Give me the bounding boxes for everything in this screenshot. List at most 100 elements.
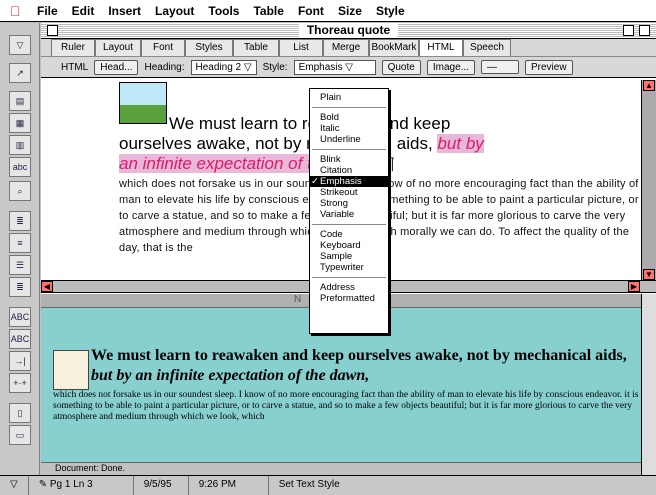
style-option[interactable]: Code xyxy=(310,229,388,240)
style-option[interactable]: Sample xyxy=(310,251,388,262)
date-text: 9/5/95 xyxy=(134,476,189,495)
title-bar[interactable]: Thoreau quote xyxy=(41,23,656,39)
head-button[interactable]: Head... xyxy=(94,59,139,75)
editor-emphasis-1: but by xyxy=(437,134,484,153)
close-box-icon[interactable] xyxy=(47,25,58,36)
align-center-icon[interactable]: ≡ xyxy=(9,233,31,253)
editor-vertical-scrollbar[interactable]: ▲ ▼ xyxy=(641,80,656,280)
scroll-left-icon[interactable]: ◀ xyxy=(41,281,53,292)
abc-underline-icon[interactable]: ABC xyxy=(9,329,31,349)
abc-icon[interactable]: ABC xyxy=(9,307,31,327)
heading-label: Heading: xyxy=(144,61,185,73)
tab-table[interactable]: Table xyxy=(233,39,279,56)
rule-button[interactable]: ― xyxy=(480,60,519,74)
preview-status-text: Document: Done. xyxy=(55,463,126,473)
style-option[interactable]: Plain xyxy=(310,92,388,103)
printer-alt-icon[interactable]: ▥ xyxy=(9,135,31,155)
preview-vertical-scrollbar[interactable] xyxy=(641,294,656,475)
print-icon[interactable]: ▤ xyxy=(9,91,31,111)
printer-icon[interactable]: ▦ xyxy=(9,113,31,133)
tab-layout[interactable]: Layout xyxy=(95,39,141,56)
page-line-indicator: ✎ Pg 1 Ln 3 xyxy=(29,476,134,495)
menu-insert[interactable]: Insert xyxy=(101,4,148,18)
menu-style[interactable]: Style xyxy=(369,4,412,18)
style-option[interactable]: Blink xyxy=(310,154,388,165)
apple-menu-icon[interactable]:  xyxy=(0,3,30,19)
tab-html[interactable]: HTML xyxy=(419,39,463,56)
style-option[interactable]: Typewriter xyxy=(310,262,388,273)
style-option[interactable]: Bold xyxy=(310,112,388,123)
editor-heading-line2: ourselves awake, not by mechanical aids,… xyxy=(119,134,484,154)
align-left-icon[interactable]: ≣ xyxy=(9,211,31,231)
style-dropdown-menu: Plain Bold Italic Underline Blink Citati… xyxy=(309,88,389,334)
style-option[interactable]: Strong xyxy=(310,198,388,209)
align-right-icon[interactable]: ≣ xyxy=(9,277,31,297)
window-title: Thoreau quote xyxy=(298,23,399,37)
collapse-icon[interactable]: ▽ xyxy=(9,35,31,55)
page-icon[interactable]: ▯ xyxy=(9,403,31,423)
style-option-selected[interactable]: ✓ Emphasis xyxy=(310,176,388,187)
preview-status-bar: Document: Done. xyxy=(41,462,641,475)
time-text: 9:26 PM xyxy=(189,476,269,495)
menu-divider xyxy=(312,107,386,108)
style-option[interactable]: Italic xyxy=(310,123,388,134)
image-button[interactable]: Image... xyxy=(426,59,475,75)
menu-edit[interactable]: Edit xyxy=(65,4,102,18)
pencil-icon: ✎ xyxy=(38,479,48,490)
tab-list[interactable]: List xyxy=(279,39,323,56)
tool-palette: ▽ ↗ ▤ ▦ ▥ abc ⌕ ≣ ≡ ☰ ≣ ABC ABC →| +·+ ▯… xyxy=(0,23,40,475)
style-option[interactable]: Keyboard xyxy=(310,240,388,251)
selected-option-label: Emphasis xyxy=(320,176,362,187)
outdent-icon[interactable]: +·+ xyxy=(9,373,31,393)
zoom-box-icon[interactable] xyxy=(623,25,634,36)
find-icon[interactable]: ⌕ xyxy=(9,181,31,201)
menu-divider xyxy=(312,224,386,225)
scroll-down-icon[interactable]: ▼ xyxy=(643,269,655,280)
html-logo-image xyxy=(119,82,167,124)
html-controls: HTML Head... Heading: Heading 2 ▽ Style:… xyxy=(41,57,656,78)
menu-size[interactable]: Size xyxy=(331,4,369,18)
spell-check-icon[interactable]: abc xyxy=(9,157,31,177)
menu-divider xyxy=(312,277,386,278)
tab-styles[interactable]: Styles xyxy=(185,39,233,56)
tab-speech[interactable]: Speech xyxy=(463,39,511,56)
pointer-icon[interactable]: ↗ xyxy=(9,63,31,83)
scroll-right-icon[interactable]: ▶ xyxy=(628,281,640,292)
style-option[interactable]: Variable xyxy=(310,209,388,220)
collapse-box-icon[interactable] xyxy=(639,25,650,36)
style-option[interactable]: Preformatted xyxy=(310,293,388,304)
preview-button[interactable]: Preview xyxy=(524,59,573,75)
page-line-text: Pg 1 Ln 3 xyxy=(49,479,93,490)
menu-tools[interactable]: Tools xyxy=(201,4,246,18)
style-option[interactable]: Underline xyxy=(310,134,388,145)
scroll-document-icon xyxy=(53,350,89,390)
tab-font[interactable]: Font xyxy=(141,39,185,56)
preview-body: which does not forsake us in our soundes… xyxy=(53,390,639,422)
status-bar: ▽ ✎ Pg 1 Ln 3 9/5/95 9:26 PM Set Text St… xyxy=(0,475,656,495)
preview-heading: We must learn to reawaken and keep ourse… xyxy=(91,346,651,386)
style-label: Style: xyxy=(262,61,288,73)
menu-file[interactable]: File xyxy=(30,4,65,18)
indent-icon[interactable]: →| xyxy=(9,351,31,371)
menu-layout[interactable]: Layout xyxy=(148,4,201,18)
heading-select[interactable]: Heading 2 ▽ xyxy=(190,59,257,75)
style-option[interactable]: Address xyxy=(310,282,388,293)
tab-merge[interactable]: Merge xyxy=(323,39,369,56)
preview-title-left: N xyxy=(294,294,302,305)
style-select[interactable]: Emphasis ▽ xyxy=(293,59,376,75)
tab-ruler[interactable]: Ruler xyxy=(51,39,95,56)
tab-bookmark[interactable]: BookMark xyxy=(369,39,419,56)
style-value: Emphasis xyxy=(298,61,343,73)
quote-button[interactable]: Quote xyxy=(381,59,421,75)
menu-table[interactable]: Table xyxy=(246,4,290,18)
menu-font[interactable]: Font xyxy=(291,4,331,18)
style-option[interactable]: Strikeout xyxy=(310,187,388,198)
scroll-up-icon[interactable]: ▲ xyxy=(643,80,655,91)
justify-icon[interactable]: ☰ xyxy=(9,255,31,275)
tab-row: Ruler Layout Font Styles Table List Merg… xyxy=(41,39,656,57)
menu-bar:  File Edit Insert Layout Tools Table Fo… xyxy=(0,0,656,22)
checkmark-icon: ✓ xyxy=(311,176,319,187)
document-icon[interactable]: ▭ xyxy=(9,425,31,445)
collapse-status-icon[interactable]: ▽ xyxy=(0,476,29,495)
style-option[interactable]: Citation xyxy=(310,165,388,176)
